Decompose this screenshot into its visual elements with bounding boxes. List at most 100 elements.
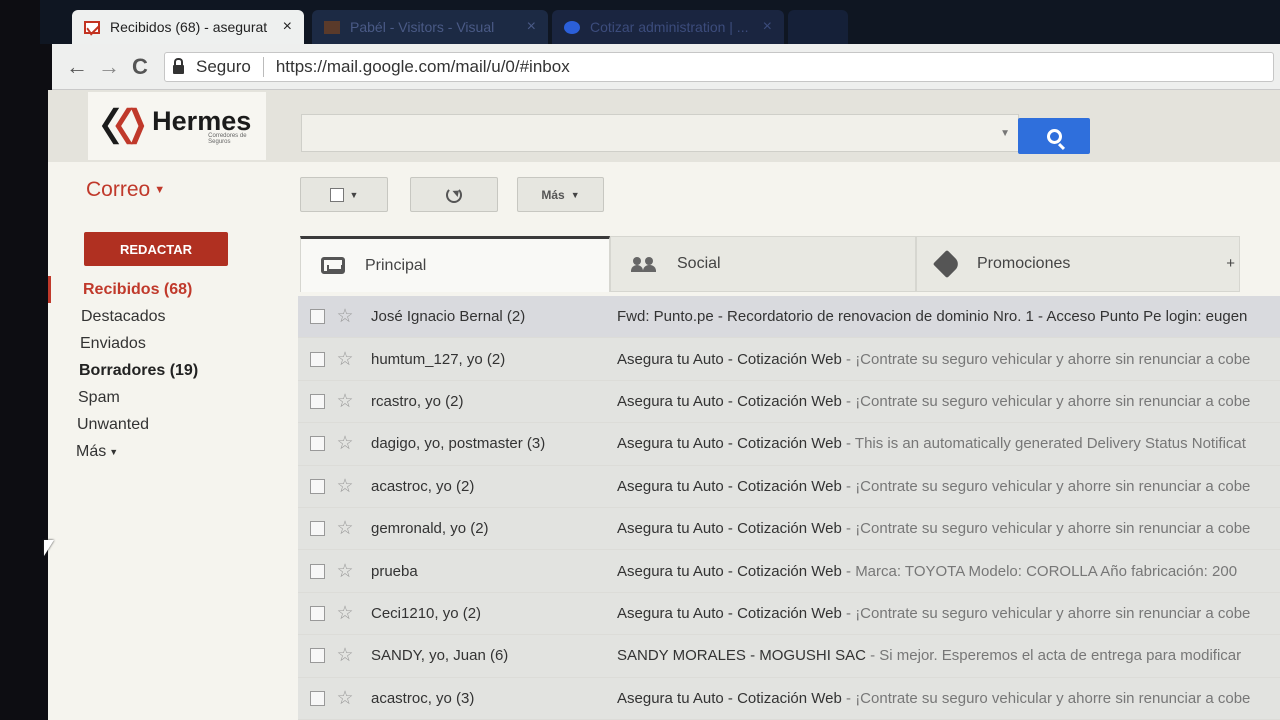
- star-icon[interactable]: ☆: [325, 602, 365, 625]
- hermes-logo[interactable]: Hermes Corredores de Seguros: [88, 92, 266, 160]
- tab-label: Principal: [365, 256, 427, 274]
- email-subject: Asegura tu Auto - Cotización Web: [617, 392, 842, 410]
- folder-inbox[interactable]: Recibidos (68): [48, 276, 288, 303]
- tab-promociones[interactable]: Promociones +: [916, 236, 1240, 292]
- row-checkbox[interactable]: [310, 393, 325, 409]
- folder-unwanted[interactable]: Unwanted: [48, 411, 288, 438]
- reload-icon[interactable]: C: [132, 54, 148, 80]
- email-snippet: - ¡Contrate su seguro vehicular y ahorre…: [841, 477, 1251, 495]
- email-list: ☆ José Ignacio Bernal (2) Fwd: Punto.pe …: [298, 296, 1280, 720]
- close-tab-icon[interactable]: ×: [527, 18, 536, 36]
- email-sender: gemronald, yo (2): [371, 520, 489, 538]
- inbox-icon: [321, 257, 345, 274]
- hermes-logo-icon: [101, 107, 145, 145]
- tab-social[interactable]: Social: [610, 236, 916, 292]
- email-subject: Asegura tu Auto - Cotización Web: [617, 350, 842, 368]
- more-button[interactable]: Más ▼: [517, 177, 604, 212]
- row-checkbox[interactable]: [310, 690, 325, 706]
- more-folders-label: Más: [76, 442, 107, 460]
- tab-title: Pabél - Visitors - Visual: [350, 19, 495, 35]
- tab-principal[interactable]: Principal: [300, 236, 610, 292]
- forward-arrow-icon[interactable]: →: [98, 54, 120, 80]
- email-subject-line: Asegura tu Auto - Cotización Web - This …: [617, 435, 1280, 452]
- close-tab-icon[interactable]: ×: [283, 18, 292, 36]
- mouse-cursor-icon: [44, 540, 54, 556]
- email-subject: Asegura tu Auto - Cotización Web: [617, 435, 842, 453]
- star-icon[interactable]: ☆: [325, 305, 365, 328]
- refresh-button[interactable]: [410, 177, 498, 212]
- email-row[interactable]: ☆ acastroc, yo (2) Asegura tu Auto - Cot…: [298, 465, 1280, 508]
- caret-down-icon: ▼: [349, 189, 359, 200]
- folder-sent[interactable]: Enviados: [48, 330, 288, 357]
- search-icon: [1046, 128, 1062, 144]
- email-row[interactable]: ☆ prueba Asegura tu Auto - Cotización We…: [298, 550, 1280, 593]
- email-snippet: - ¡Contrate su seguro vehicular y ahorre…: [841, 689, 1251, 707]
- email-subject-line: Asegura tu Auto - Cotización Web - ¡Cont…: [617, 393, 1280, 410]
- email-subject-line: SANDY MORALES - MOGUSHI SAC - Si mejor. …: [617, 647, 1280, 664]
- search-input[interactable]: ▼: [301, 114, 1019, 152]
- row-checkbox[interactable]: [310, 478, 325, 494]
- email-snippet: - ¡Contrate su seguro vehicular y ahorre…: [841, 392, 1251, 410]
- email-row[interactable]: ☆ SANDY, yo, Juan (6) SANDY MORALES - MO…: [298, 635, 1280, 678]
- folder-spam[interactable]: Spam: [48, 384, 288, 411]
- email-sender: humtum_127, yo (2): [371, 350, 506, 368]
- email-snippet: - ¡Contrate su seguro vehicular y ahorre…: [841, 520, 1251, 538]
- compose-button[interactable]: REDACTAR: [84, 232, 228, 266]
- email-subject-line: Asegura tu Auto - Cotización Web - ¡Cont…: [617, 690, 1280, 707]
- row-checkbox[interactable]: [310, 648, 325, 664]
- star-icon[interactable]: ☆: [325, 517, 365, 540]
- app-label: Correo: [86, 178, 151, 201]
- back-arrow-icon[interactable]: ←: [66, 54, 88, 80]
- email-subject: Asegura tu Auto - Cotización Web: [617, 520, 842, 538]
- email-subject: SANDY MORALES - MOGUSHI SAC: [617, 647, 866, 665]
- email-subject-line: Fwd: Punto.pe - Recordatorio de renovaci…: [617, 308, 1280, 325]
- search-options-caret-icon[interactable]: ▼: [1000, 128, 1010, 139]
- star-icon[interactable]: ☆: [325, 348, 365, 371]
- email-row[interactable]: ☆ José Ignacio Bernal (2) Fwd: Punto.pe …: [298, 296, 1280, 339]
- folder-more[interactable]: Más ▼: [48, 438, 288, 465]
- star-icon[interactable]: ☆: [325, 687, 365, 710]
- browser-tab-gmail[interactable]: Recibidos (68) - asegurat ×: [72, 10, 304, 44]
- new-tab-button[interactable]: [788, 10, 848, 44]
- email-subject-line: Asegura tu Auto - Cotización Web - ¡Cont…: [617, 520, 1280, 537]
- email-row[interactable]: ☆ dagigo, yo, postmaster (3) Asegura tu …: [298, 423, 1280, 466]
- email-row[interactable]: ☆ acastroc, yo (3) Asegura tu Auto - Cot…: [298, 677, 1280, 720]
- star-icon[interactable]: ☆: [325, 432, 365, 455]
- folder-drafts[interactable]: Borradores (19): [48, 357, 288, 384]
- row-checkbox[interactable]: [310, 521, 325, 537]
- email-sender: acastroc, yo (2): [371, 477, 475, 495]
- row-checkbox[interactable]: [310, 309, 325, 325]
- add-tab-icon[interactable]: +: [1226, 255, 1235, 272]
- email-row[interactable]: ☆ rcastro, yo (2) Asegura tu Auto - Coti…: [298, 380, 1280, 424]
- refresh-icon: [446, 186, 462, 203]
- search-button[interactable]: [1018, 118, 1090, 154]
- row-checkbox[interactable]: [310, 563, 325, 579]
- gmail-header: Hermes Corredores de Seguros ▼: [48, 90, 1280, 162]
- email-row[interactable]: ☆ gemronald, yo (2) Asegura tu Auto - Co…: [298, 507, 1280, 551]
- brand-tagline: Corredores de Seguros: [208, 132, 247, 145]
- browser-tabstrip: Recibidos (68) - asegurat × Pabél - Visi…: [40, 0, 1280, 44]
- close-tab-icon[interactable]: ×: [763, 18, 772, 36]
- row-checkbox[interactable]: [310, 605, 325, 621]
- star-icon[interactable]: ☆: [325, 475, 365, 498]
- star-icon[interactable]: ☆: [325, 560, 365, 583]
- browser-tab-admin[interactable]: Cotizar administration | ... ×: [552, 10, 784, 44]
- folder-starred[interactable]: Destacados: [48, 303, 288, 330]
- gmail-page: Hermes Corredores de Seguros ▼ Correo ▼ ▼…: [48, 90, 1280, 720]
- lock-icon: [173, 58, 184, 74]
- url-text: https://mail.google.com/mail/u/0/#inbox: [275, 57, 570, 76]
- email-row[interactable]: ☆ humtum_127, yo (2) Asegura tu Auto - C…: [298, 338, 1280, 381]
- browser-tab-visitors[interactable]: Pabél - Visitors - Visual ×: [312, 10, 548, 44]
- row-checkbox[interactable]: [310, 436, 325, 452]
- email-subject-line: Asegura tu Auto - Cotización Web - Marca…: [617, 563, 1280, 580]
- select-all-button[interactable]: ▼: [300, 177, 388, 212]
- star-icon[interactable]: ☆: [325, 390, 365, 413]
- brand-name: Hermes: [152, 105, 252, 136]
- star-icon[interactable]: ☆: [325, 644, 365, 667]
- more-label: Más: [541, 187, 565, 202]
- app-switcher[interactable]: Correo ▼: [86, 178, 165, 202]
- email-snippet: - This is an automatically generated Del…: [841, 435, 1246, 453]
- address-bar[interactable]: Seguro https://mail.google.com/mail/u/0/…: [164, 52, 1274, 82]
- row-checkbox[interactable]: [310, 351, 325, 367]
- email-row[interactable]: ☆ Ceci1210, yo (2) Asegura tu Auto - Cot…: [298, 592, 1280, 636]
